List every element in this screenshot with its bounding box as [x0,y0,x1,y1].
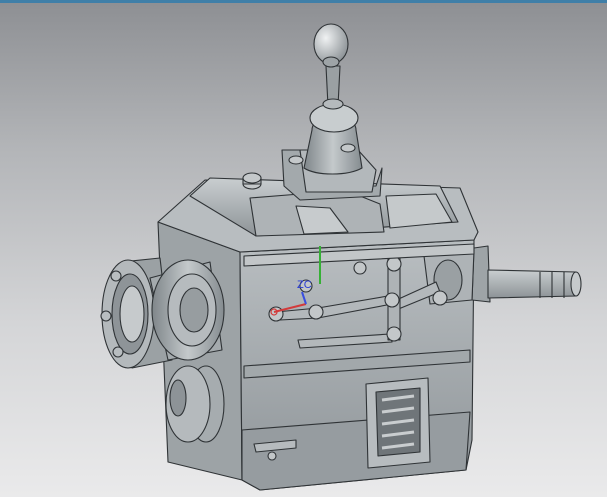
gearbox-3d-model[interactable]: ZC [0,0,607,497]
lower-boss [165,365,225,443]
inspection-window [365,377,431,469]
triad-label: ZC [297,279,312,291]
input-flange [100,257,225,369]
graphics-viewport[interactable]: ZC [0,0,607,497]
